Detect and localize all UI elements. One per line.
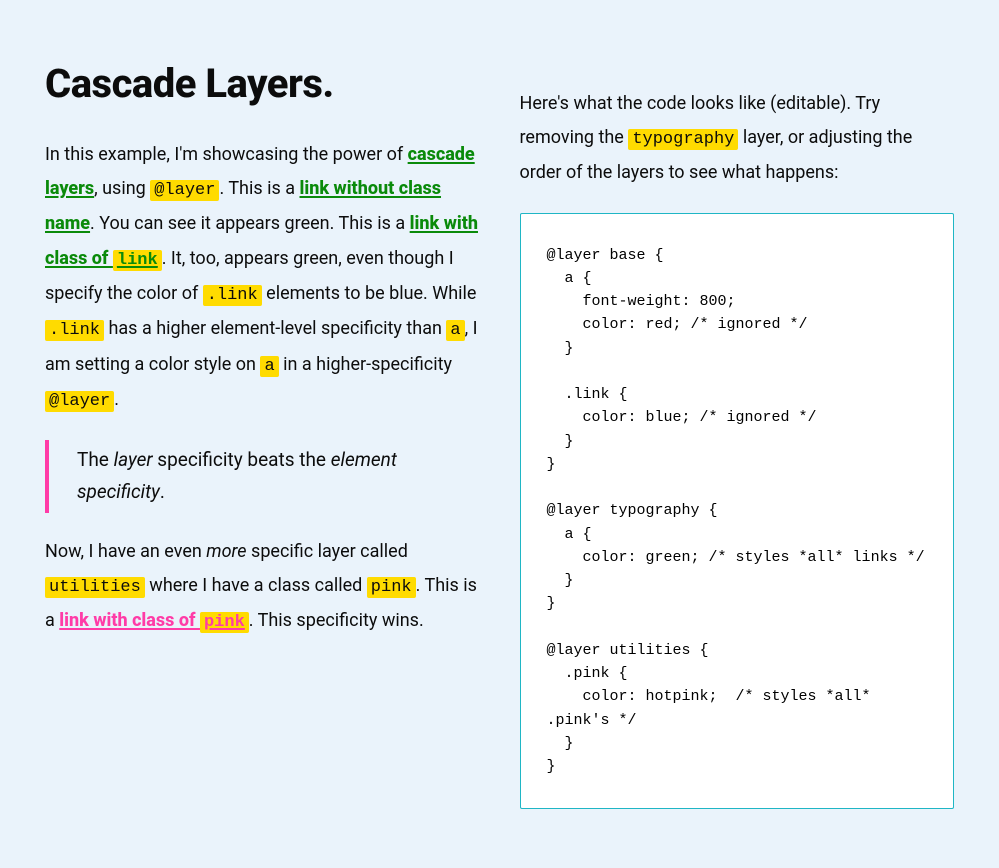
- code-utilities: utilities: [45, 577, 145, 598]
- code-typography: typography: [628, 129, 738, 150]
- code-a-tag: a: [260, 356, 278, 377]
- text: .: [114, 389, 119, 410]
- paragraph-utilities: Now, I have an even more specific layer …: [45, 535, 480, 640]
- code-link-class: link: [113, 250, 162, 271]
- text: . This is a: [219, 178, 299, 199]
- text: specific layer called: [247, 541, 408, 562]
- right-column: Here's what the code looks like (editabl…: [520, 60, 955, 809]
- code-dot-link: .link: [203, 285, 262, 306]
- emphasis-layer: layer: [114, 448, 153, 471]
- text: elements to be blue. While: [262, 283, 477, 304]
- text: In this example, I'm showcasing the powe…: [45, 144, 408, 165]
- text: in a higher-specificity: [279, 354, 452, 375]
- text: where I have a class called: [145, 575, 367, 596]
- paragraph-intro: In this example, I'm showcasing the powe…: [45, 138, 480, 418]
- text: . You can see it appears green. This is …: [90, 213, 410, 234]
- blockquote: The layer specificity beats the element …: [45, 440, 480, 513]
- css-code-editor[interactable]: @layer base { a { font-weight: 800; colo…: [520, 213, 955, 810]
- text: The: [77, 448, 114, 471]
- text: Now, I have an even: [45, 541, 206, 562]
- text: .: [160, 480, 165, 503]
- page: Cascade Layers. In this example, I'm sho…: [0, 0, 999, 868]
- code-layer: @layer: [45, 391, 114, 412]
- text: . This specificity wins.: [249, 610, 424, 631]
- text: has a higher element-level specificity t…: [104, 318, 446, 339]
- code-pink: pink: [367, 577, 416, 598]
- code-pink-class: pink: [200, 612, 249, 633]
- link-text-prefix: link with class of: [59, 610, 200, 631]
- code-a-tag: a: [446, 320, 464, 341]
- emphasis-more: more: [206, 541, 246, 562]
- link-with-class-pink[interactable]: link with class of pink: [59, 610, 249, 631]
- page-title: Cascade Layers.: [45, 60, 480, 108]
- code-intro: Here's what the code looks like (editabl…: [520, 87, 955, 191]
- left-column: Cascade Layers. In this example, I'm sho…: [45, 60, 480, 809]
- code-layer: @layer: [150, 180, 219, 201]
- text: , using: [94, 178, 150, 199]
- code-dot-link: .link: [45, 320, 104, 341]
- text: specificity beats the: [153, 448, 331, 471]
